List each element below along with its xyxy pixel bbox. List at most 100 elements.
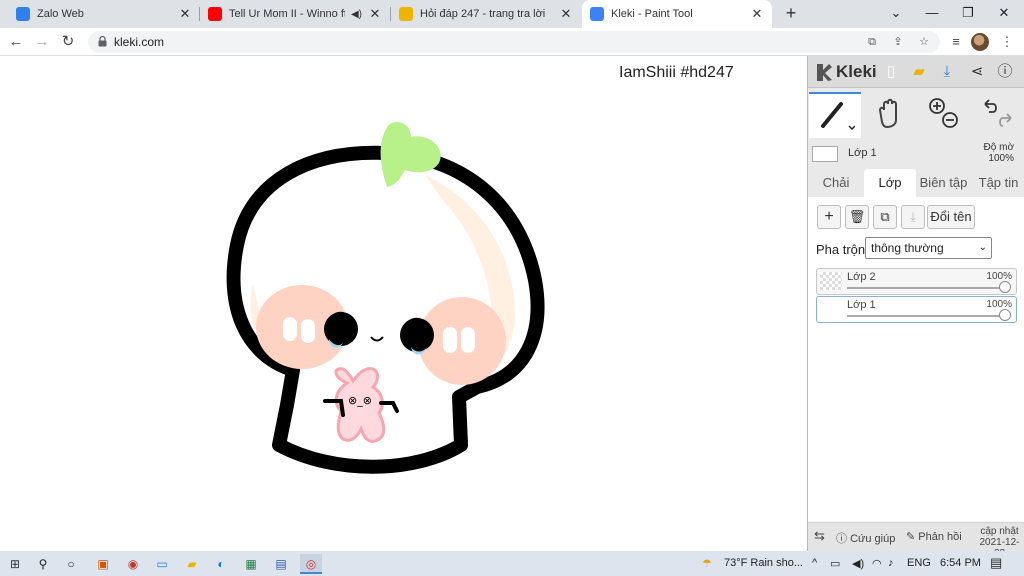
kleki-logo-text: Kleki xyxy=(836,62,877,81)
kleki-logo-icon xyxy=(817,64,832,81)
layer-thumbnail xyxy=(820,272,842,290)
tab-brush[interactable]: Chải xyxy=(810,169,862,197)
tab-file[interactable]: Tập tin xyxy=(972,169,1024,197)
notification-icon[interactable]: ▤ xyxy=(990,555,1002,571)
new-tab-icon[interactable]: + xyxy=(780,2,802,24)
url-text: kleki.com xyxy=(114,35,165,49)
task-view-icon[interactable]: ○ xyxy=(60,554,82,574)
close-window-icon[interactable]: ✕ xyxy=(986,0,1022,28)
opera-icon[interactable]: ◉ xyxy=(122,554,144,574)
opacity-slider-handle[interactable] xyxy=(999,281,1011,293)
powerpoint-icon[interactable]: ▣ xyxy=(92,554,114,574)
blend-mode-select[interactable]: thông thường ⌄ xyxy=(865,237,992,259)
layer-row-1[interactable]: Lớp 1 100% xyxy=(816,296,1017,323)
layer-opacity-slider[interactable] xyxy=(847,315,1007,317)
profile-avatar[interactable] xyxy=(971,33,989,51)
clock-time[interactable]: 6:54 PM xyxy=(940,557,981,569)
swap-sides-icon[interactable]: ⇆ xyxy=(814,528,825,544)
current-layer-preview[interactable] xyxy=(812,146,838,162)
layer-opacity-slider[interactable] xyxy=(847,287,1007,289)
undo-redo-icon xyxy=(984,99,1012,127)
tab-kleki[interactable]: Kleki - Paint Tool ✕ xyxy=(582,0,772,28)
tab-zalo[interactable]: Zalo Web ✕ xyxy=(8,0,200,28)
word-icon[interactable]: ▤ xyxy=(270,554,292,574)
add-layer-button[interactable]: + xyxy=(817,205,841,229)
tab-search-icon[interactable]: ⌄ xyxy=(878,0,914,28)
feedback-button[interactable]: ✎ Phản hồi xyxy=(906,530,962,543)
windows-start-icon[interactable]: ⊞ xyxy=(4,554,26,574)
back-icon[interactable]: ← xyxy=(6,32,26,52)
kleki-logo[interactable]: Kleki xyxy=(815,61,877,83)
opacity-label-text: Độ mờ xyxy=(983,142,1014,153)
bookmark-star-icon[interactable]: ☆ xyxy=(916,35,932,49)
layer-opacity-label: Độ mờ 100% xyxy=(984,142,1014,164)
help-label: Cứu giúp xyxy=(850,533,896,545)
chevron-down-icon: ⌄ xyxy=(978,242,987,253)
close-tab-icon[interactable]: ✕ xyxy=(750,6,764,22)
forward-icon[interactable]: → xyxy=(32,32,52,52)
tab-youtube[interactable]: Tell Ur Mom II - Winno ft. He ◀) ✕ xyxy=(200,0,390,28)
brush-icon xyxy=(821,102,856,132)
brush-tool[interactable] xyxy=(809,92,861,138)
delete-layer-button[interactable]: 🗑 xyxy=(845,205,869,229)
reload-icon[interactable]: ↻ xyxy=(58,32,78,52)
media-queue-icon[interactable]: ≡ xyxy=(946,32,966,52)
file-explorer-icon[interactable]: ▰ xyxy=(181,554,203,574)
close-tab-icon[interactable]: ✕ xyxy=(559,6,573,22)
tab-hoidap[interactable]: Hỏi đáp 247 - trang tra lời ✕ xyxy=(391,0,581,28)
merge-layer-button[interactable]: ⤓ xyxy=(901,205,925,229)
eye-right xyxy=(400,318,434,352)
minimize-icon[interactable]: — xyxy=(914,0,950,28)
hand-tool[interactable] xyxy=(863,92,915,138)
weather-icon[interactable]: ☂ xyxy=(702,557,712,570)
kleki-footer: ⇆ ⓘ Cứu giúp ✎ Phản hồi cập nhật 2021-12… xyxy=(808,522,1024,559)
tab-layers[interactable]: Lớp xyxy=(864,169,916,197)
new-image-icon[interactable]: ▯ xyxy=(880,61,902,83)
tab-title: Zalo Web xyxy=(37,8,84,20)
chibi-drawing: ⊗_⊗ xyxy=(226,122,545,474)
hand-icon xyxy=(878,98,897,129)
chrome-menu-icon[interactable]: ⋮ xyxy=(997,32,1017,52)
translate-icon[interactable]: ⧉ xyxy=(864,35,880,49)
close-tab-icon[interactable]: ✕ xyxy=(368,6,382,22)
windows-taskbar: ⊞ ⚲ ○ ▣ ◉ ▭ ▰ ◐ ▦ ▤ ◎ ☂ 73°F Rain sho...… xyxy=(0,551,1024,576)
tab-title: Kleki - Paint Tool xyxy=(611,8,693,20)
layer-thumbnail xyxy=(820,300,842,318)
help-button[interactable]: ⓘ Cứu giúp xyxy=(836,530,895,546)
lock-icon xyxy=(98,36,107,47)
volume-icon[interactable]: ♪ xyxy=(888,557,894,569)
weather-text[interactable]: 73°F Rain sho... xyxy=(724,557,803,569)
kleki-side-panel: Kleki ▯ ▰ ⤓ ⋖ ⓘ Lớp 1 Độ mờ 100% Chải Lớ… xyxy=(807,56,1024,559)
duplicate-layer-button[interactable]: ⧉ xyxy=(873,205,897,229)
search-icon[interactable]: ⚲ xyxy=(32,554,54,574)
share-icon[interactable]: ⋖ xyxy=(966,61,988,83)
zoom-tools[interactable] xyxy=(917,92,969,138)
chrome-icon[interactable]: ◎ xyxy=(300,554,322,574)
blend-mode-value: thông thường xyxy=(871,241,944,255)
open-file-icon[interactable]: ▰ xyxy=(908,61,930,83)
speaker-icon[interactable]: ◀) xyxy=(852,557,864,570)
tab-edit[interactable]: Biên tập xyxy=(916,169,971,197)
rename-layer-button[interactable]: Đổi tên xyxy=(927,205,975,229)
address-bar[interactable]: kleki.com ⧉ ⇪ ☆ xyxy=(88,31,940,53)
tab-strip: Zalo Web ✕ Tell Ur Mom II - Winno ft. He… xyxy=(0,0,1024,28)
download-icon[interactable]: ⤓ xyxy=(936,61,958,83)
help-icon[interactable]: ⓘ xyxy=(994,61,1016,83)
pc-icon[interactable]: ▭ xyxy=(151,554,173,574)
restore-icon[interactable]: ❐ xyxy=(950,0,986,28)
close-tab-icon[interactable]: ✕ xyxy=(178,6,192,22)
battery-icon[interactable]: ▭ xyxy=(830,557,840,570)
mute-icon[interactable]: ◀) xyxy=(351,9,362,20)
language-indicator[interactable]: ENG xyxy=(907,557,931,569)
excel-icon[interactable]: ▦ xyxy=(240,554,262,574)
edge-icon[interactable]: ◐ xyxy=(210,554,232,574)
zoom-in-out-icon xyxy=(929,98,958,128)
layer-name: Lớp 1 xyxy=(847,299,876,311)
opacity-slider-handle[interactable] xyxy=(999,309,1011,321)
share-icon[interactable]: ⇪ xyxy=(890,35,906,49)
layer-row-2[interactable]: Lớp 2 100% xyxy=(816,268,1017,295)
undo-redo-tools[interactable] xyxy=(971,92,1023,138)
hidden-icons-chevron-icon[interactable]: ^ xyxy=(812,557,817,569)
blend-mode-label: Pha trộn xyxy=(816,242,866,257)
wifi-icon[interactable]: ◠ xyxy=(872,557,882,570)
